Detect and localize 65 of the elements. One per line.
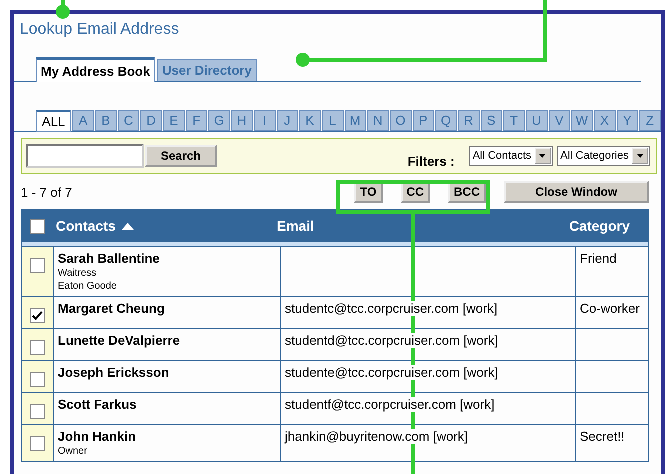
tab[interactable]: My Address Book xyxy=(36,57,156,82)
letter-tab[interactable]: R xyxy=(458,110,480,131)
row-checkbox[interactable] xyxy=(30,404,45,419)
contact-name: Sarah Ballentine xyxy=(58,251,161,266)
letter-tab[interactable]: G xyxy=(208,110,230,131)
letter-tab[interactable]: U xyxy=(526,110,548,131)
category-label: Co-worker xyxy=(580,301,640,316)
contact-detail: Owner xyxy=(58,446,88,457)
letter-tab[interactable]: L xyxy=(322,110,344,131)
letter-tab[interactable]: P xyxy=(412,110,434,131)
letter-tab[interactable]: ALL xyxy=(36,110,72,132)
tab[interactable]: User Directory xyxy=(157,59,257,81)
column-header[interactable]: Category xyxy=(569,218,630,234)
contact-name: Margaret Cheung xyxy=(58,301,166,316)
category-label: Friend xyxy=(580,251,617,266)
letter-tab[interactable]: H xyxy=(231,110,253,131)
email-address: studentf@tcc.corpcruiser.com [work] xyxy=(285,397,495,412)
letter-tab[interactable]: T xyxy=(503,110,525,131)
category-label: Secret!! xyxy=(580,429,625,444)
window-title: Lookup Email Address xyxy=(19,20,180,39)
search-field[interactable] xyxy=(26,144,144,168)
column-header[interactable]: Contacts xyxy=(56,218,116,234)
email-address: studentc@tcc.corpcruiser.com [work] xyxy=(285,301,498,316)
email-address: jhankin@buyritenow.com [work] xyxy=(285,429,468,444)
result-count: 1 - 7 of 7 xyxy=(21,184,72,200)
contact-detail: Waitress xyxy=(58,268,98,279)
column-header[interactable]: Email xyxy=(277,218,314,234)
filters-label: Filters : xyxy=(408,154,455,168)
row-checkbox[interactable] xyxy=(30,436,45,451)
letter-tab[interactable]: C xyxy=(118,110,140,131)
contact-name: Joseph Ericksson xyxy=(58,365,170,380)
row-checkbox[interactable] xyxy=(30,308,45,323)
letter-tab[interactable]: Y xyxy=(616,110,638,131)
letter-tab[interactable]: Z xyxy=(639,110,661,131)
letter-tab[interactable]: S xyxy=(480,110,502,131)
email-address: studentd@tcc.corpcruiser.com [work] xyxy=(285,333,498,348)
letter-tab[interactable]: E xyxy=(163,110,185,131)
contact-name: Scott Farkus xyxy=(58,397,138,412)
letter-tab[interactable]: W xyxy=(571,110,593,131)
contact-detail: Eaton Goode xyxy=(58,281,118,292)
letter-tab[interactable]: D xyxy=(140,110,162,131)
contacts-dropdown[interactable]: All Contacts xyxy=(468,146,553,166)
callout-line xyxy=(56,0,70,19)
select-all-checkbox[interactable] xyxy=(30,218,45,234)
letter-tab[interactable]: Q xyxy=(435,110,457,131)
row-checkbox[interactable] xyxy=(30,340,45,355)
contact-name: Lunette DeValpierre xyxy=(58,333,182,348)
contact-name: John Hankin xyxy=(58,429,138,444)
letter-tab[interactable]: N xyxy=(367,110,389,131)
row-checkbox[interactable] xyxy=(30,372,45,387)
letter-tab[interactable]: O xyxy=(390,110,412,131)
close-window-button[interactable]: Close Window xyxy=(504,181,649,203)
letter-tab[interactable]: J xyxy=(276,110,298,131)
letter-tab[interactable]: I xyxy=(254,110,276,131)
email-address: studente@tcc.corpcruiser.com [work] xyxy=(285,365,498,380)
letter-tab[interactable]: K xyxy=(299,110,321,131)
letter-tab[interactable]: V xyxy=(548,110,570,131)
letter-tab[interactable]: M xyxy=(344,110,366,131)
categories-dropdown[interactable]: All Categories xyxy=(556,146,650,166)
letter-tab[interactable]: B xyxy=(95,110,117,131)
letter-tab[interactable]: A xyxy=(72,110,94,131)
row-checkbox[interactable] xyxy=(30,258,45,273)
letter-tab[interactable]: F xyxy=(186,110,208,131)
search-button[interactable]: Search xyxy=(145,145,217,167)
letter-tab[interactable]: X xyxy=(594,110,616,131)
